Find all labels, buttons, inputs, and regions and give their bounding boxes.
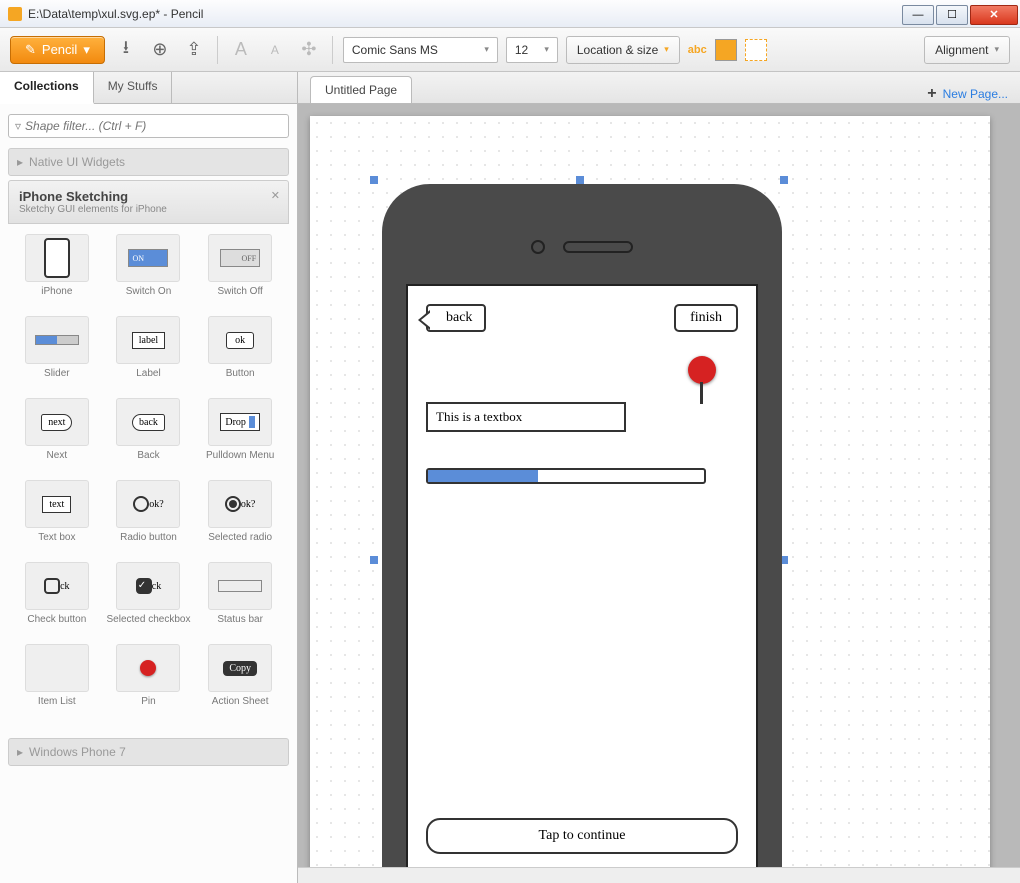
shape-itemlist[interactable]: Item List: [12, 642, 102, 720]
mockup-cta-button[interactable]: Tap to continue: [426, 818, 738, 854]
pencil-icon: ✎: [25, 42, 36, 58]
close-button[interactable]: ✕: [970, 5, 1018, 25]
selection-handle-icon[interactable]: [370, 176, 378, 184]
mockup-finish-button[interactable]: finish: [674, 304, 738, 332]
mockup-back-button[interactable]: back: [426, 304, 486, 332]
fill-color-swatch[interactable]: [715, 39, 737, 61]
page-tab-untitled[interactable]: Untitled Page: [310, 76, 412, 103]
shape-actionsheet[interactable]: CopyAction Sheet: [195, 642, 285, 720]
shape-slider[interactable]: Slider: [12, 314, 102, 392]
caret-down-icon: ▾: [664, 44, 669, 55]
shape-pin[interactable]: Pin: [104, 642, 194, 720]
plus-icon: +: [927, 85, 936, 103]
collection-subtitle: Sketchy GUI elements for iPhone: [19, 204, 278, 215]
horizontal-scrollbar[interactable]: [298, 867, 1020, 883]
shape-switch-on[interactable]: ONSwitch On: [104, 232, 194, 310]
font-family-value: Comic Sans MS: [352, 43, 438, 57]
pencil-label: Pencil: [42, 42, 77, 57]
font-size-down-icon[interactable]: A: [262, 37, 288, 63]
close-icon[interactable]: ✕: [271, 189, 280, 202]
minimize-button[interactable]: —: [902, 5, 934, 25]
maximize-button[interactable]: ☐: [936, 5, 968, 25]
collection-title: iPhone Sketching: [19, 189, 278, 204]
shape-next[interactable]: nextNext: [12, 396, 102, 474]
caret-down-icon: ▾: [994, 44, 999, 55]
location-size-button[interactable]: Location & size ▾: [566, 36, 680, 64]
shape-selected-check[interactable]: ✓ ckSelected checkbox: [104, 560, 194, 638]
mockup-pin-icon[interactable]: [688, 356, 716, 384]
window-title: E:\Data\temp\xul.svg.ep* - Pencil: [28, 7, 203, 21]
alignment-label: Alignment: [935, 43, 988, 57]
selection-handle-icon[interactable]: [576, 176, 584, 184]
shape-filter[interactable]: ▿: [8, 114, 289, 138]
shape-switch-off[interactable]: OFFSwitch Off: [195, 232, 285, 310]
app-icon: [8, 7, 22, 21]
new-page-label: New Page...: [943, 87, 1008, 101]
caret-down-icon: ▾: [484, 44, 489, 55]
location-size-label: Location & size: [577, 43, 658, 57]
text-color-label[interactable]: abc: [688, 44, 707, 56]
shape-iphone[interactable]: iPhone: [12, 232, 102, 310]
phone-speaker-icon: [563, 241, 633, 253]
shape-label[interactable]: labelLabel: [104, 314, 194, 392]
font-size-up-icon[interactable]: A: [228, 37, 254, 63]
expand-icon: ▸: [17, 745, 23, 759]
mockup-phone[interactable]: back finish This is a textbox Tap to con…: [382, 184, 782, 867]
collection-native-widgets[interactable]: ▸ Native UI Widgets: [8, 148, 289, 176]
shape-textbox[interactable]: textText box: [12, 478, 102, 556]
page-tabs: Untitled Page + New Page...: [298, 72, 1020, 104]
shape-filter-input[interactable]: [25, 119, 282, 133]
alignment-button[interactable]: Alignment ▾: [924, 36, 1010, 64]
phone-camera-icon: [531, 240, 545, 254]
sidebar: Collections My Stuffs ▿ ▸ Native UI Widg…: [0, 72, 298, 883]
shape-statusbar[interactable]: Status bar: [195, 560, 285, 638]
stroke-color-swatch[interactable]: [745, 39, 767, 61]
caret-down-icon: ▾: [83, 42, 90, 58]
shape-back[interactable]: backBack: [104, 396, 194, 474]
filter-icon: ▿: [15, 119, 21, 133]
shape-radio[interactable]: ok?Radio button: [104, 478, 194, 556]
format-paint-icon[interactable]: ✣: [296, 37, 322, 63]
caret-down-icon: ▾: [544, 44, 549, 55]
shape-button[interactable]: okButton: [195, 314, 285, 392]
selection-handle-icon[interactable]: [370, 556, 378, 564]
mockup-progress[interactable]: [426, 468, 706, 484]
selection-handle-icon[interactable]: [780, 176, 788, 184]
shape-selected-radio[interactable]: ok?Selected radio: [195, 478, 285, 556]
expand-icon: ▸: [17, 155, 23, 169]
new-page-button[interactable]: + New Page...: [927, 85, 1008, 103]
collection-iphone-sketching[interactable]: iPhone Sketching Sketchy GUI elements fo…: [8, 180, 289, 224]
font-size-value: 12: [515, 43, 528, 57]
pencil-menu-button[interactable]: ✎ Pencil ▾: [10, 36, 105, 64]
save-icon[interactable]: ⭳: [113, 37, 139, 63]
collection-label: Windows Phone 7: [29, 745, 126, 759]
export-icon[interactable]: ⇪: [181, 37, 207, 63]
main-toolbar: ✎ Pencil ▾ ⭳ ⊕ ⇪ A A ✣ Comic Sans MS ▾ 1…: [0, 28, 1020, 72]
tab-mystuffs[interactable]: My Stuffs: [94, 72, 173, 103]
canvas-viewport[interactable]: back finish This is a textbox Tap to con…: [298, 104, 1020, 867]
shape-check[interactable]: ckCheck button: [12, 560, 102, 638]
zoom-reset-icon[interactable]: ⊕: [147, 37, 173, 63]
mockup-textbox[interactable]: This is a textbox: [426, 402, 626, 432]
shape-pulldown[interactable]: DropPulldown Menu: [195, 396, 285, 474]
collection-label: Native UI Widgets: [29, 155, 125, 169]
mockup-screen: back finish This is a textbox Tap to con…: [406, 284, 758, 867]
font-family-combo[interactable]: Comic Sans MS ▾: [343, 37, 498, 63]
window-titlebar: E:\Data\temp\xul.svg.ep* - Pencil — ☐ ✕: [0, 0, 1020, 28]
tab-collections[interactable]: Collections: [0, 72, 94, 104]
font-size-combo[interactable]: 12 ▾: [506, 37, 558, 63]
canvas-page[interactable]: back finish This is a textbox Tap to con…: [310, 116, 990, 867]
collection-wp7[interactable]: ▸ Windows Phone 7: [8, 738, 289, 766]
